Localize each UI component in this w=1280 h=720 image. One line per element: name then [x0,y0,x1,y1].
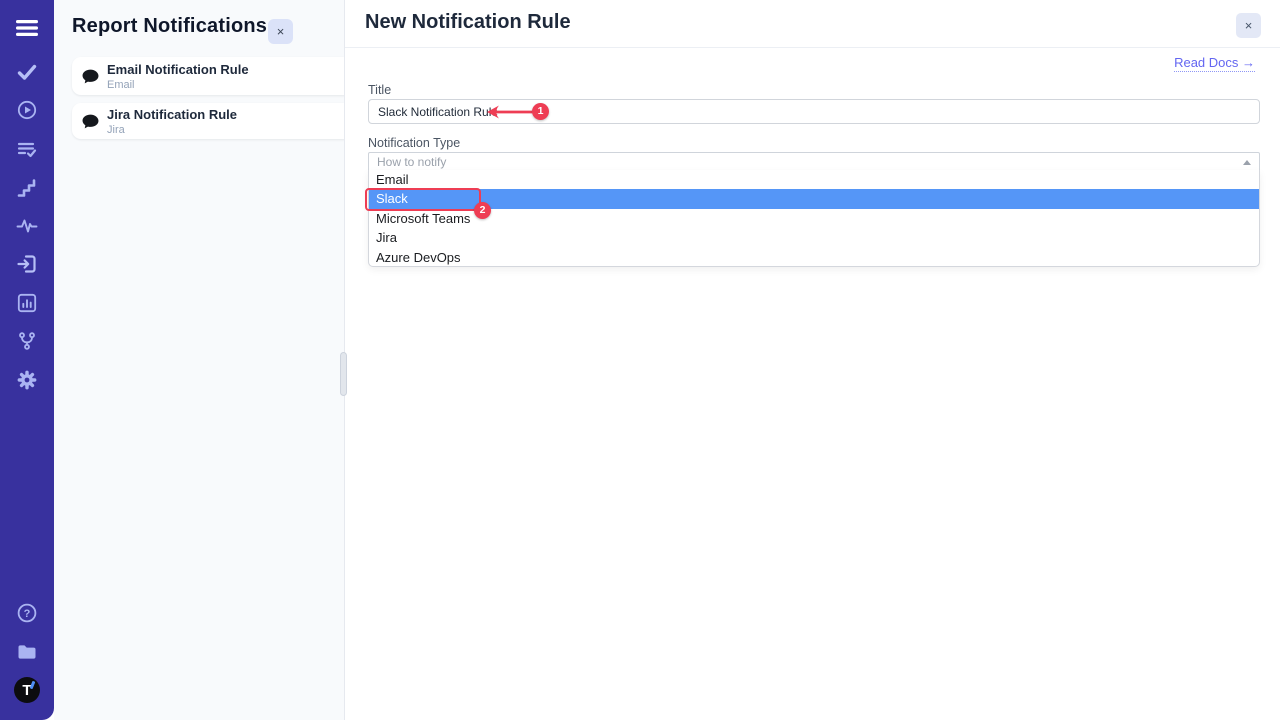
sign-in-icon [16,253,38,275]
nav-run-button[interactable] [15,98,39,122]
app-logo[interactable]: T [14,677,40,703]
nav-import-button[interactable] [15,252,39,276]
nav-milestones-button[interactable] [15,176,39,200]
git-fork-icon [16,330,38,352]
panel-close-button[interactable]: × [268,19,293,44]
chevron-up-icon [1243,160,1251,165]
chat-bubble-icon [81,112,100,131]
rule-subtitle: Email [107,79,249,91]
nav-analytics-button[interactable] [15,214,39,238]
bar-chart-icon [16,292,38,314]
option-azure-devops[interactable]: Azure DevOps [369,248,1259,267]
gear-icon [16,369,38,391]
notification-type-select[interactable]: How to notify [368,152,1260,171]
nav-reports-button[interactable] [15,291,39,315]
nav-settings-button[interactable] [15,368,39,392]
play-circle-icon [16,99,38,121]
nav-plans-button[interactable] [15,137,39,161]
read-docs-link[interactable]: Read Docs → [1174,55,1255,72]
folder-icon [16,641,38,663]
nav-branches-button[interactable] [15,329,39,353]
nav-runs-button[interactable] [15,60,39,84]
menu-icon [16,19,38,37]
rule-title: Jira Notification Rule [107,107,237,122]
notification-type-options: Email Slack Microsoft Teams Jira Azure D… [368,170,1260,267]
help-button[interactable]: ? [15,601,39,625]
panel-title: Report Notifications [72,15,267,38]
select-placeholder: How to notify [377,155,446,169]
rule-title: Email Notification Rule [107,62,249,77]
rule-subtitle: Jira [107,124,237,136]
menu-button[interactable] [15,16,39,40]
sidebar-rail: ? T [0,0,54,720]
check-icon [16,61,38,83]
panel-resize-handle[interactable] [340,352,347,396]
option-email[interactable]: Email [369,170,1259,189]
title-input[interactable] [368,99,1260,124]
option-slack[interactable]: Slack [369,189,1259,208]
chat-bubble-icon [81,67,100,86]
list-item-email-rule[interactable]: Email Notification Rule Email [72,57,344,95]
main-header: New Notification Rule × [345,0,1280,48]
list-check-icon [16,138,38,160]
page-title: New Notification Rule [365,11,571,34]
steps-icon [16,177,38,199]
notification-type-label: Notification Type [368,136,460,150]
svg-text:?: ? [24,608,31,620]
new-rule-pane: New Notification Rule × Read Docs → Titl… [345,0,1280,720]
activity-icon [16,215,38,237]
option-jira[interactable]: Jira [369,228,1259,247]
title-label: Title [368,83,391,97]
help-icon: ? [16,602,38,624]
list-item-jira-rule[interactable]: Jira Notification Rule Jira [72,103,344,139]
main-close-button[interactable]: × [1236,13,1261,38]
report-notifications-panel: Report Notifications Email Notification … [54,0,344,720]
option-microsoft-teams[interactable]: Microsoft Teams [369,209,1259,228]
docs-button[interactable] [15,640,39,664]
